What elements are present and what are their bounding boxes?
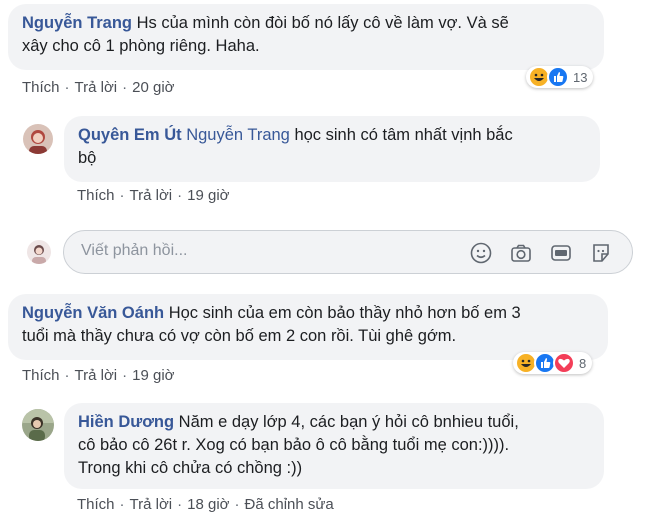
reply-link[interactable]: Trả lời [130, 187, 173, 204]
camera-icon[interactable] [509, 241, 533, 265]
reaction-summary[interactable]: 8 [513, 352, 593, 374]
comment-bubble: Nguyễn Văn Oánh Học sinh của em còn bảo … [8, 294, 608, 360]
avatar[interactable] [23, 124, 53, 154]
like-link[interactable]: Thích [22, 367, 60, 384]
timestamp[interactable]: 18 giờ [187, 496, 229, 513]
comment-actions: Thích · Trả lời · 19 giờ [77, 187, 230, 204]
emoji-icon[interactable] [469, 241, 493, 265]
comment-bubble: Nguyễn Trang Hs của mình còn đòi bố nó l… [8, 4, 604, 70]
comment-text: Trong khi cô chửa có chồng :)) [78, 459, 303, 477]
comment-text: tuổi mà thầy chưa có vợ còn bố em 2 con … [22, 327, 457, 345]
reply-placeholder: Viết phản hồi... [81, 242, 188, 259]
like-link[interactable]: Thích [22, 79, 60, 96]
separator: · [64, 367, 70, 384]
comment-bubble: Quyên Em Út Nguyễn Trang học sinh có tâm… [64, 116, 600, 182]
comment-author[interactable]: Nguyễn Văn Oánh [22, 304, 164, 322]
reply-link[interactable]: Trả lời [130, 496, 173, 513]
avatar[interactable] [22, 409, 54, 441]
comment-actions: Thích · Trả lời · 18 giờ · Đã chỉnh sửa [77, 496, 334, 513]
separator: · [177, 496, 183, 513]
separator: · [177, 187, 183, 204]
reply-input[interactable]: Viết phản hồi... [63, 230, 633, 274]
edited-label[interactable]: Đã chỉnh sửa [245, 496, 334, 513]
current-user-avatar [27, 240, 51, 264]
separator: · [234, 496, 240, 513]
mention-link[interactable]: Nguyễn Trang [186, 126, 290, 144]
reaction-count: 8 [579, 355, 587, 371]
comment-text: cô bảo cô 26t r. Xog có bạn bảo ô cô bằn… [78, 436, 510, 454]
comment-author[interactable]: Nguyễn Trang [22, 14, 132, 32]
comment-text: xây cho cô 1 phòng riêng. Haha. [22, 37, 260, 55]
reply-link[interactable]: Trả lời [75, 79, 118, 96]
reaction-count: 13 [573, 69, 588, 85]
separator: · [119, 187, 125, 204]
reply-link[interactable]: Trả lời [75, 367, 118, 384]
love-icon [553, 352, 575, 374]
like-link[interactable]: Thích [77, 496, 115, 513]
comment-text: bộ [78, 149, 97, 167]
comment-bubble: Hiền Dương Năm e dạy lớp 4, các bạn ý hỏ… [64, 403, 604, 489]
comment-text: Hs của mình còn đòi bố nó lấy cô về làm … [132, 14, 509, 32]
separator: · [64, 79, 70, 96]
timestamp[interactable]: 19 giờ [187, 187, 229, 204]
like-icon [547, 66, 569, 88]
separator: · [122, 367, 128, 384]
timestamp[interactable]: 20 giờ [132, 79, 174, 96]
comment-text: học sinh có tâm nhất vịnh bắc [289, 126, 513, 144]
comment-actions: Thích · Trả lời · 19 giờ [22, 367, 175, 384]
comment-author[interactable]: Quyên Em Út [78, 126, 182, 144]
like-link[interactable]: Thích [77, 187, 115, 204]
separator: · [119, 496, 125, 513]
comment-actions: Thích · Trả lời · 20 giờ [22, 79, 175, 96]
comment-author[interactable]: Hiền Dương [78, 413, 174, 431]
sticker-icon[interactable] [589, 241, 613, 265]
separator: · [122, 79, 128, 96]
reaction-summary[interactable]: 13 [526, 66, 594, 88]
comment-text: Năm e dạy lớp 4, các bạn ý hỏi cô bnhieu… [174, 413, 519, 431]
gif-icon[interactable] [549, 241, 573, 265]
timestamp[interactable]: 19 giờ [132, 367, 174, 384]
comment-text: Học sinh của em còn bảo thầy nhỏ hơn bố … [164, 304, 521, 322]
